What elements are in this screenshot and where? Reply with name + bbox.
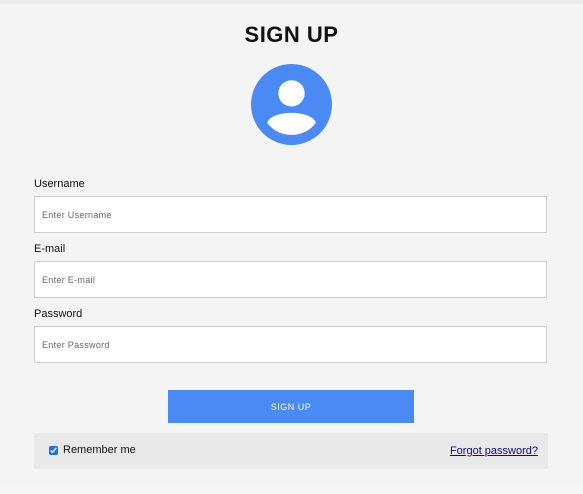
username-field[interactable] (34, 196, 547, 233)
signup-card: SIGN UP Username E-mail Password SIGN UP… (0, 4, 583, 486)
email-label: E-mail (34, 243, 66, 255)
page-title: SIGN UP (244, 22, 339, 47)
password-label: Password (34, 308, 83, 320)
username-label: Username (34, 178, 85, 190)
user-circle-icon (251, 64, 332, 145)
signup-button[interactable]: SIGN UP (168, 390, 414, 423)
remember-checkbox[interactable] (49, 445, 58, 455)
signup-page: SIGN UP Username E-mail Password SIGN UP… (0, 0, 583, 494)
form-footer: Remember me Forgot password? (34, 433, 548, 469)
bottom-strip (0, 486, 583, 494)
password-field[interactable] (34, 326, 547, 363)
remember-label: Remember me (63, 444, 136, 456)
email-field[interactable] (34, 261, 547, 298)
remember-me[interactable]: Remember me (49, 444, 136, 456)
forgot-password-link[interactable]: Forgot password? (450, 445, 538, 457)
